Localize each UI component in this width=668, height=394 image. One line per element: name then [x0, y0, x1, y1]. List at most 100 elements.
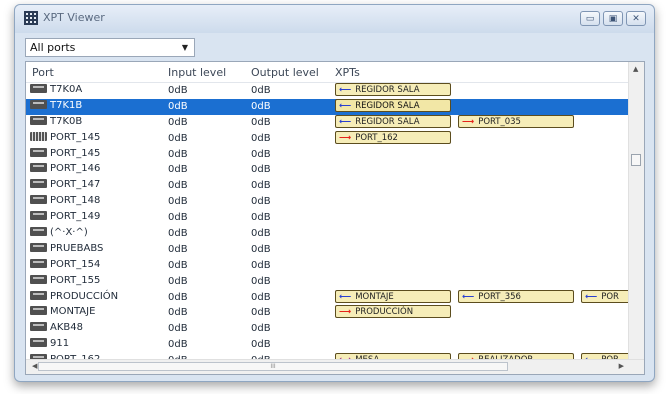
xpt-chip[interactable]: ⟵ REGIDOR SALA — [335, 98, 451, 112]
xpt-label: MONTAJE — [355, 291, 394, 302]
port-name: PORT_154 — [50, 258, 101, 270]
device-icon — [30, 84, 47, 93]
column-header-xpts[interactable]: XPTs — [335, 66, 360, 79]
table-row[interactable]: (^·X·^) 0dB 0dB — [26, 226, 630, 242]
output-level-cell: 0dB — [251, 196, 271, 208]
input-level-cell: 0dB — [168, 164, 188, 176]
input-level-cell: 0dB — [168, 85, 188, 96]
table-row[interactable]: MONTAJE 0dB 0dB ⟶ PRODUCCIÓN — [26, 305, 630, 321]
port-cell: 911 — [30, 338, 160, 349]
input-level-cell: 0dB — [168, 116, 188, 128]
close-button[interactable]: ✕ — [626, 11, 646, 26]
device-icon — [30, 258, 47, 268]
port-name: PORT_146 — [50, 163, 101, 175]
device-icon — [30, 195, 47, 205]
arrow-left-icon: ⟵ — [585, 291, 598, 302]
xpt-label: PORT_035 — [478, 116, 521, 127]
input-level-cell: 0dB — [168, 323, 188, 335]
scroll-up-icon[interactable]: ▲ — [633, 65, 638, 73]
port-name: MONTAJE — [50, 306, 96, 318]
xpt-chip[interactable]: ⟵ REGIDOR SALA — [335, 114, 451, 128]
output-level-cell: 0dB — [251, 100, 271, 112]
chevron-down-icon: ▼ — [181, 43, 188, 52]
port-name: (^·X·^) — [50, 227, 88, 239]
input-level-cell: 0dB — [168, 196, 188, 208]
port-name: PORT_145 — [50, 131, 101, 143]
output-level-cell: 0dB — [251, 164, 271, 176]
output-level-cell: 0dB — [251, 180, 271, 192]
input-level-cell: 0dB — [168, 212, 188, 224]
input-level-cell: 0dB — [168, 291, 188, 303]
device-icon — [30, 179, 47, 189]
table-row[interactable]: PRUEBABS 0dB 0dB — [26, 242, 630, 258]
table-row[interactable]: PORT_155 0dB 0dB — [26, 274, 630, 290]
port-name: PRODUCCIÓN — [50, 290, 119, 302]
vertical-scroll-thumb[interactable] — [631, 154, 641, 166]
port-cell: (^·X·^) — [30, 227, 160, 238]
output-level-cell: 0dB — [251, 339, 271, 351]
ports-rows: T7K0A 0dB 0dB ⟵ REGIDOR SALA T7K1B 0dB 0dB ⟵ REGI… — [26, 83, 630, 360]
device-icon — [30, 99, 47, 109]
device-icon — [30, 306, 47, 316]
table-row[interactable]: PORT_154 0dB 0dB — [26, 258, 630, 274]
xpt-chip[interactable]: ⟶ PORT_162 — [335, 130, 451, 144]
port-filter-select[interactable]: All ports ▼ — [25, 38, 195, 57]
maximize-button[interactable]: ▣ — [603, 11, 623, 26]
horizontal-scrollbar[interactable]: ◀ III ▶ — [26, 359, 644, 374]
table-row[interactable]: PORT_145 0dB 0dB — [26, 147, 630, 163]
column-header-port[interactable]: Port — [32, 66, 54, 79]
ports-list[interactable]: Port Input level Output level XPTs T7K0A… — [25, 61, 645, 375]
table-row[interactable]: 911 0dB 0dB — [26, 337, 630, 353]
table-row[interactable]: T7K1B 0dB 0dB ⟵ REGIDOR SALA — [26, 98, 630, 115]
port-name: AKB48 — [50, 322, 83, 334]
output-level-cell: 0dB — [251, 212, 271, 224]
port-cell: PORT_149 — [30, 211, 160, 222]
xpt-chip[interactable]: ⟵ MONTAJE — [335, 289, 451, 303]
table-row[interactable]: PORT_147 0dB 0dB — [26, 178, 630, 194]
port-name: 911 — [50, 338, 70, 350]
port-name: PRUEBABS — [50, 242, 104, 254]
table-row[interactable]: T7K0A 0dB 0dB ⟵ REGIDOR SALA — [26, 83, 630, 99]
device-icon — [30, 242, 47, 252]
device-icon — [30, 338, 47, 348]
table-row[interactable]: PORT_149 0dB 0dB — [26, 210, 630, 226]
input-level-cell: 0dB — [168, 259, 188, 271]
table-row[interactable]: PRODUCCIÓN 0dB 0dB ⟵ MONTAJE ⟵ PORT_356 ⟵ POR — [26, 289, 630, 306]
table-row[interactable]: PORT_145 0dB 0dB ⟶ PORT_162 — [26, 130, 630, 147]
scroll-grip: III — [270, 363, 276, 370]
xpt-chip[interactable]: ⟵ REGIDOR SALA — [335, 83, 451, 96]
port-filter-value: All ports — [30, 41, 76, 54]
port-name: PORT_149 — [50, 211, 101, 223]
xpt-viewer-window: XPT Viewer ▭ ▣ ✕ All ports ▼ Port Input … — [14, 4, 655, 382]
xpt-chip[interactable]: ⟵ PORT_356 — [458, 289, 574, 303]
port-cell: PORT_145 — [30, 131, 160, 143]
horizontal-scroll-thumb[interactable]: III — [38, 362, 508, 371]
scroll-left-icon[interactable]: ◀ — [32, 362, 37, 370]
port-name: PORT_145 — [50, 147, 101, 159]
port-cell: T7K0A — [30, 84, 160, 95]
table-row[interactable]: T7K0B 0dB 0dB ⟵ REGIDOR SALA ⟶ PORT_035 — [26, 114, 630, 131]
arrow-left-icon: ⟵ — [339, 85, 352, 95]
input-level-cell: 0dB — [168, 243, 188, 255]
table-row[interactable]: AKB48 0dB 0dB — [26, 321, 630, 337]
input-level-cell: 0dB — [168, 180, 188, 192]
port-name: T7K0A — [50, 84, 83, 95]
port-name: T7K1B — [50, 99, 83, 111]
column-header-output-level[interactable]: Output level — [251, 66, 319, 79]
output-level-cell: 0dB — [251, 275, 271, 287]
xpt-label: REGIDOR SALA — [355, 116, 420, 127]
table-row[interactable]: PORT_146 0dB 0dB — [26, 162, 630, 178]
device-icon — [30, 274, 47, 284]
vertical-scrollbar[interactable]: ▲ — [628, 62, 644, 359]
column-header-input-level[interactable]: Input level — [168, 66, 226, 79]
minimize-button[interactable]: ▭ — [580, 11, 600, 26]
port-name: T7K0B — [50, 115, 83, 127]
title-bar[interactable]: XPT Viewer ▭ ▣ ✕ — [15, 5, 654, 33]
port-cell: PORT_148 — [30, 195, 160, 206]
table-row[interactable]: PORT_148 0dB 0dB — [26, 194, 630, 210]
xpt-chip[interactable]: ⟵POR — [581, 289, 630, 303]
xpt-chip[interactable]: ⟶ PORT_035 — [458, 114, 574, 128]
output-level-cell: 0dB — [251, 228, 271, 240]
xpt-chip[interactable]: ⟶ PRODUCCIÓN — [335, 305, 451, 319]
scroll-right-icon[interactable]: ▶ — [619, 362, 624, 370]
